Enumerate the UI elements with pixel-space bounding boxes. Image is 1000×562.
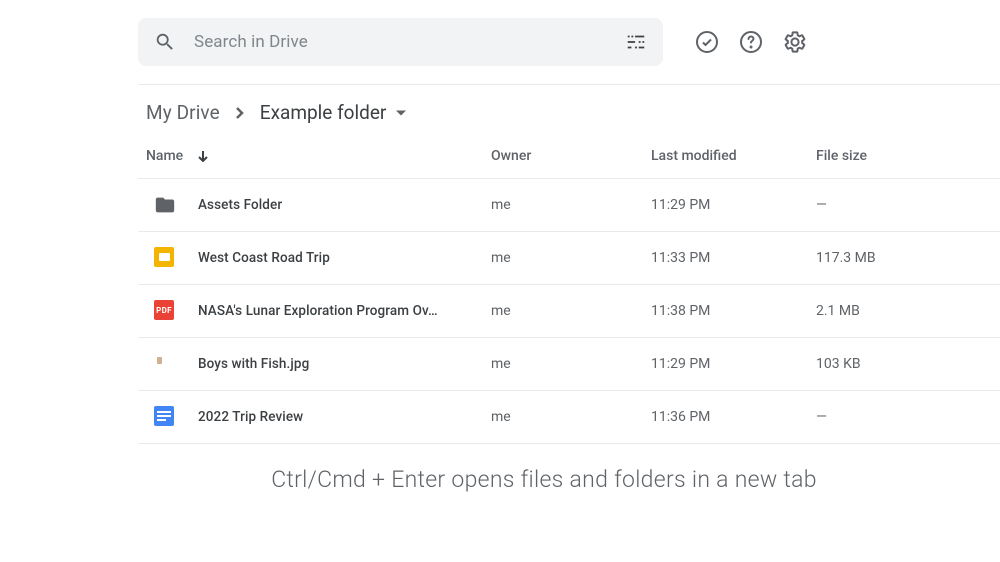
file-owner: me <box>491 356 651 372</box>
column-header-owner[interactable]: Owner <box>491 148 651 164</box>
table-row[interactable]: 2022 Trip Review me 11:36 PM — <box>138 391 1000 444</box>
breadcrumb-root[interactable]: My Drive <box>146 101 220 124</box>
table-row[interactable]: West Coast Road Trip me 11:33 PM 117.3 M… <box>138 232 1000 285</box>
slides-icon <box>154 247 176 269</box>
column-header-size[interactable]: File size <box>816 148 1000 164</box>
file-name: West Coast Road Trip <box>198 250 330 266</box>
file-list: Assets Folder me 11:29 PM — West Coast R… <box>138 179 1000 444</box>
file-name: 2022 Trip Review <box>198 409 303 425</box>
column-header-modified[interactable]: Last modified <box>651 148 816 164</box>
search-placeholder: Search in Drive <box>194 32 625 52</box>
table-row[interactable]: PDF NASA's Lunar Exploration Program Ov…… <box>138 285 1000 338</box>
search-icon <box>154 31 176 53</box>
table-row[interactable]: Boys with Fish.jpg me 11:29 PM 103 KB <box>138 338 1000 391</box>
sort-arrow-down-icon <box>197 150 209 162</box>
pdf-icon: PDF <box>154 300 176 322</box>
file-owner: me <box>491 303 651 319</box>
file-modified: 11:38 PM <box>651 303 816 319</box>
keyboard-hint: Ctrl/Cmd + Enter opens files and folders… <box>138 444 1000 493</box>
table-header: Name Owner Last modified File size <box>138 148 1000 179</box>
file-size: — <box>816 197 1000 213</box>
file-name: NASA's Lunar Exploration Program Ov… <box>198 303 438 319</box>
gear-icon[interactable] <box>783 30 807 54</box>
help-icon[interactable] <box>739 30 763 54</box>
table-row[interactable]: Assets Folder me 11:29 PM — <box>138 179 1000 232</box>
column-header-name[interactable]: Name <box>146 148 491 164</box>
file-size: 117.3 MB <box>816 250 1000 266</box>
file-modified: 11:29 PM <box>651 356 816 372</box>
search-input[interactable]: Search in Drive <box>138 18 663 66</box>
file-size: 103 KB <box>816 356 1000 372</box>
folder-icon <box>154 194 176 216</box>
file-modified: 11:33 PM <box>651 250 816 266</box>
file-size: 2.1 MB <box>816 303 1000 319</box>
file-owner: me <box>491 409 651 425</box>
file-modified: 11:29 PM <box>651 197 816 213</box>
filter-icon[interactable] <box>625 31 647 53</box>
ready-offline-icon[interactable] <box>695 30 719 54</box>
file-name: Assets Folder <box>198 197 282 213</box>
breadcrumb: My Drive Example folder <box>138 85 1000 140</box>
top-bar: Search in Drive <box>138 0 1000 85</box>
caret-down-icon <box>396 108 406 118</box>
breadcrumb-current[interactable]: Example folder <box>260 101 407 124</box>
column-name-label: Name <box>146 148 183 164</box>
image-thumbnail-icon <box>154 353 176 375</box>
chevron-right-icon <box>234 107 246 119</box>
file-name: Boys with Fish.jpg <box>198 356 309 372</box>
file-size: — <box>816 409 1000 425</box>
file-owner: me <box>491 250 651 266</box>
breadcrumb-current-label: Example folder <box>260 101 387 124</box>
file-modified: 11:36 PM <box>651 409 816 425</box>
docs-icon <box>154 406 176 428</box>
file-owner: me <box>491 197 651 213</box>
toolbar-icons <box>695 30 807 54</box>
